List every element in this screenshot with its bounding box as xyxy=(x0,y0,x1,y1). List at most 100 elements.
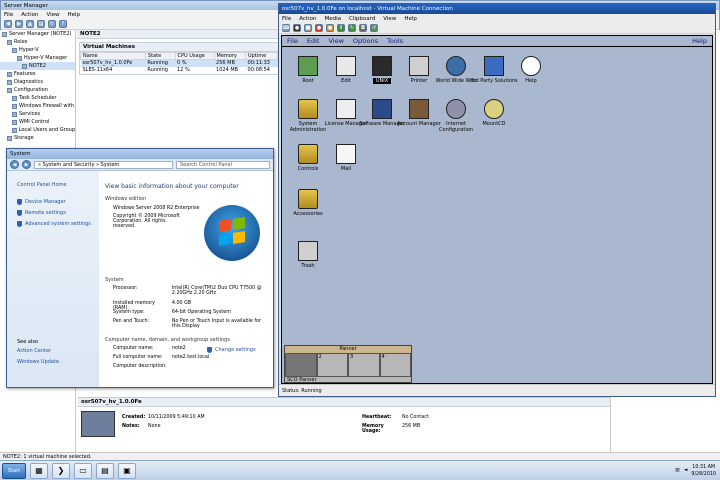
tree-item[interactable]: Services xyxy=(0,110,75,118)
windows-update-link[interactable]: Windows Update xyxy=(17,356,99,367)
detail-title: osr507v_hv_1.0.0Fe xyxy=(78,398,610,407)
vm-connection-titlebar[interactable]: osr507v_hv_1.0.0Fe on localhost - Virtua… xyxy=(279,4,715,14)
col-uptime[interactable]: Uptime xyxy=(245,52,278,60)
desk-menu-file[interactable]: File xyxy=(287,37,298,45)
logo-blue xyxy=(219,233,231,246)
reset-icon[interactable]: ↻ xyxy=(348,24,356,32)
menu-help[interactable]: Help xyxy=(68,12,81,18)
panner-cell-4[interactable]: 4 xyxy=(379,353,411,377)
panner-cell-1[interactable] xyxy=(285,353,317,377)
www-icon xyxy=(446,56,466,76)
back-icon[interactable]: ◀ xyxy=(4,20,12,28)
menu-action[interactable]: Action xyxy=(299,16,316,22)
menu-media[interactable]: Media xyxy=(324,16,341,22)
system-titlebar[interactable]: System xyxy=(7,149,273,159)
panner-cell-3[interactable]: 3 xyxy=(348,353,380,377)
logo-green xyxy=(233,217,245,230)
snapshot-icon[interactable]: ◘ xyxy=(359,24,367,32)
desktop-icon-mail[interactable]: Mail xyxy=(322,144,370,172)
desk-menu-help[interactable]: Help xyxy=(692,37,707,45)
tree-item[interactable]: Hyper-V Manager xyxy=(0,54,75,62)
tree-item[interactable]: WMI Control xyxy=(0,118,75,126)
shield-icon xyxy=(17,220,22,227)
explorer-taskbar-icon[interactable]: ▭ xyxy=(74,462,92,479)
control-panel-home-link[interactable]: Control Panel Home xyxy=(17,179,99,190)
desk-menu-view[interactable]: View xyxy=(328,37,343,45)
search-input[interactable]: Search Control Panel xyxy=(176,160,270,169)
up-icon[interactable]: ▲ xyxy=(26,20,34,28)
vm-name: SLES-11x64 xyxy=(82,67,113,73)
col-memory[interactable]: Memory xyxy=(213,52,247,60)
logo-yellow xyxy=(233,231,245,244)
printer-icon xyxy=(409,56,429,76)
col-cpu[interactable]: CPU Usage xyxy=(174,52,215,60)
desktop-icon-trash[interactable]: Trash xyxy=(284,241,332,269)
powershell-taskbar-icon[interactable]: ❯ xyxy=(52,462,70,479)
desk-menu-edit[interactable]: Edit xyxy=(307,37,320,45)
desktop-icon-cd[interactable]: MountCD xyxy=(470,99,518,127)
desktop-icon-folder[interactable]: Accessories xyxy=(284,189,332,217)
forward-icon[interactable]: ▶ xyxy=(22,160,31,169)
start-button[interactable]: Start xyxy=(2,462,26,479)
menu-file[interactable]: File xyxy=(282,16,291,22)
device-manager-link[interactable]: Device Manager xyxy=(17,196,99,207)
tree-item[interactable]: Hyper-V xyxy=(0,46,75,54)
vm-thumbnail[interactable] xyxy=(81,411,115,437)
shutdown-icon[interactable]: ● xyxy=(315,24,323,32)
created-value: 10/11/2009 5:49:10 AM xyxy=(148,415,205,420)
col-name[interactable]: Name xyxy=(80,52,146,60)
table-row[interactable]: osr507v_hv_1.0.0Fe Running 0 % 256 MB 00… xyxy=(80,59,278,67)
advanced-settings-link[interactable]: Advanced system settings xyxy=(17,218,99,229)
panner-title: Panner xyxy=(285,346,411,353)
menu-file[interactable]: File xyxy=(4,12,13,18)
panner-cell-2[interactable]: 2 xyxy=(316,353,348,377)
vm-connection-taskbar-icon[interactable]: ▣ xyxy=(118,462,136,479)
menu-help[interactable]: Help xyxy=(404,16,417,22)
status-text: NOTE2: 1 virtual machine selected. xyxy=(3,453,92,460)
address-input[interactable]: » System and Security » System xyxy=(34,160,173,169)
processor-value: Intel(R) Core(TM)2 Duo CPU T7500 @ 2.20G… xyxy=(171,286,262,296)
start-icon[interactable]: ● xyxy=(293,24,301,32)
guest-desktop[interactable]: File Edit View Options Tools Help Root Ed… xyxy=(281,35,713,384)
volume-icon[interactable]: ◄ xyxy=(684,468,688,473)
taskbar: Start ▦ ❯ ▭ ▤ ▣ ▥ ◄ 10:31 AM 9/28/2010 xyxy=(0,460,720,480)
tree-item[interactable]: Task Scheduler xyxy=(0,94,75,102)
pause-icon[interactable]: Ⅱ xyxy=(337,24,345,32)
tree-item[interactable]: Roles xyxy=(0,38,75,46)
tree-item[interactable]: Storage xyxy=(0,134,75,142)
remote-settings-link[interactable]: Remote settings xyxy=(17,207,99,218)
show-hide-tree-icon[interactable]: ▤ xyxy=(37,20,45,28)
desk-menu-tools[interactable]: Tools xyxy=(387,37,403,45)
change-settings-link[interactable]: Change settings xyxy=(207,346,256,354)
menu-view[interactable]: View xyxy=(46,12,59,18)
tree-item[interactable]: Server Manager (NOTE2) xyxy=(0,30,75,38)
tree-item[interactable]: Windows Firewall with xyxy=(0,102,75,110)
tree-item[interactable]: NOTE2 xyxy=(0,62,75,70)
desk-menu-options[interactable]: Options xyxy=(353,37,378,45)
col-state[interactable]: State xyxy=(144,52,176,60)
tree-item[interactable]: Local Users and Group xyxy=(0,126,75,134)
sco-panner[interactable]: Panner 2 3 4 SCO Panner xyxy=(284,345,412,383)
help-icon[interactable]: ? xyxy=(59,20,67,28)
forward-icon[interactable]: ▶ xyxy=(15,20,23,28)
menu-clipboard[interactable]: Clipboard xyxy=(349,16,375,22)
save-state-icon[interactable]: ● xyxy=(326,24,334,32)
desktop-icon-help[interactable]: Help xyxy=(507,56,555,84)
ctrl-alt-del-icon[interactable]: ⌨ xyxy=(282,24,290,32)
action-center-link[interactable]: Action Center xyxy=(17,345,99,356)
tree-item[interactable]: Configuration xyxy=(0,86,75,94)
menu-view[interactable]: View xyxy=(383,16,396,22)
computer-name-label: Computer name: xyxy=(113,346,154,351)
back-icon[interactable]: ◀ xyxy=(10,160,19,169)
tree-item[interactable]: Diagnostics xyxy=(0,78,75,86)
server-manager-taskbar-icon[interactable]: ▦ xyxy=(30,462,48,479)
clock[interactable]: 10:31 AM 9/28/2010 xyxy=(691,464,716,478)
revert-icon[interactable]: ↺ xyxy=(370,24,378,32)
tree-item[interactable]: Features xyxy=(0,70,75,78)
menu-action[interactable]: Action xyxy=(21,12,38,18)
network-icon[interactable]: ▥ xyxy=(675,468,680,473)
refresh-icon[interactable]: ↻ xyxy=(48,20,56,28)
turn-off-icon[interactable]: ■ xyxy=(304,24,312,32)
control-panel-taskbar-icon[interactable]: ▤ xyxy=(96,462,114,479)
table-row[interactable]: SLES-11x64 Running 12 % 1024 MB 00:08:54 xyxy=(81,67,278,74)
